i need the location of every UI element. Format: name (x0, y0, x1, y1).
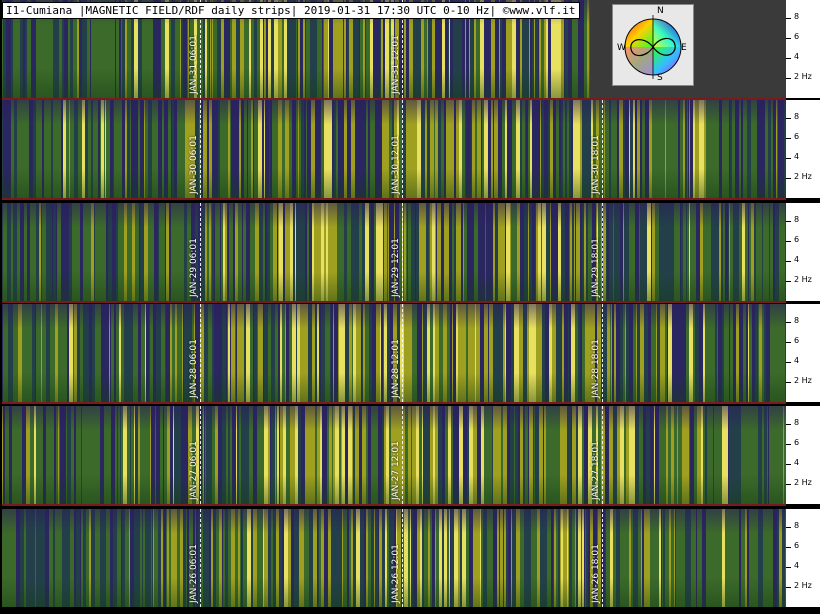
time-marker-line (602, 100, 603, 198)
time-marker-line (402, 304, 403, 402)
frequency-tick-label: 4 (794, 356, 800, 365)
time-marker-line (200, 509, 201, 607)
frequency-scale: 8 6 4 2 Hz (786, 0, 820, 98)
frequency-tick-label: 6 (794, 235, 800, 244)
frequency-tick-label: 2 Hz (794, 478, 812, 487)
time-marker-label: JAN-26 06:01 (189, 544, 199, 603)
time-marker-label: JAN-30 12:01 (391, 135, 401, 194)
strip-jan-27: JAN-27 06:01 JAN-27 12:01 JAN-27 18:01 (2, 406, 786, 504)
time-marker-label: JAN-30 06:01 (189, 135, 199, 194)
frequency-tick-label: 8 (794, 521, 800, 530)
frequency-tick-label: 8 (794, 215, 800, 224)
frequency-tick-label: 6 (794, 132, 800, 141)
time-marker-line (200, 406, 201, 504)
frequency-scale: 8 6 4 2 Hz (786, 304, 820, 402)
compass-west-label: W (617, 43, 626, 53)
time-marker-line (602, 203, 603, 301)
time-marker-line (200, 203, 201, 301)
time-marker-line (602, 304, 603, 402)
frequency-tick-label: 8 (794, 112, 800, 121)
compass-north-label: N (657, 6, 664, 16)
strip-jan-26: JAN-26 06:01 JAN-26 12:01 JAN-26 18:01 (2, 509, 786, 607)
time-marker-line (402, 100, 403, 198)
time-marker-label: JAN-29 18:01 (591, 238, 601, 297)
time-marker-label: JAN-31 12:01 (391, 35, 401, 94)
strip-jan-28: JAN-28 06:01 JAN-28 12:01 JAN-28 18:01 (2, 304, 786, 402)
page-title: I1-Cumiana |MAGNETIC FIELD/RDF daily str… (2, 2, 580, 19)
frequency-tick-label: 2 Hz (794, 275, 812, 284)
frequency-tick-label: 2 Hz (794, 172, 812, 181)
time-marker-label: JAN-29 12:01 (391, 238, 401, 297)
compass-south-label: S (657, 73, 663, 83)
time-marker-line (402, 509, 403, 607)
frequency-tick-label: 2 Hz (794, 581, 812, 590)
time-marker-line (402, 406, 403, 504)
strip-jan-29: JAN-29 06:01 JAN-29 12:01 JAN-29 18:01 (2, 203, 786, 301)
strip-jan-30: JAN-30 06:01 JAN-30 12:01 JAN-30 18:01 (2, 100, 786, 198)
strip-separator (2, 504, 786, 506)
time-marker-line (402, 203, 403, 301)
time-marker-label: JAN-26 12:01 (391, 544, 401, 603)
time-marker-line (602, 406, 603, 504)
frequency-scale: 8 6 4 2 Hz (786, 509, 820, 607)
time-marker-line (200, 100, 201, 198)
frequency-tick-label: 2 Hz (794, 376, 812, 385)
time-marker-line (200, 304, 201, 402)
time-marker-label: JAN-28 12:01 (391, 339, 401, 398)
frequency-tick-label: 4 (794, 152, 800, 161)
frequency-tick-label: 4 (794, 458, 800, 467)
frequency-scale: 8 6 4 2 Hz (786, 203, 820, 301)
frequency-tick-label: 4 (794, 255, 800, 264)
time-marker-label: JAN-31 06:01 (189, 35, 199, 94)
frequency-tick-label: 6 (794, 541, 800, 550)
time-marker-label: JAN-29 06:01 (189, 238, 199, 297)
strip-separator (2, 301, 786, 303)
time-marker-label: JAN-30 18:01 (591, 135, 601, 194)
frequency-tick-label: 2 Hz (794, 72, 812, 81)
frequency-tick-label: 6 (794, 336, 800, 345)
frequency-tick-label: 4 (794, 52, 800, 61)
time-marker-label: JAN-27 18:01 (591, 441, 601, 500)
frequency-scale: 8 6 4 2 Hz (786, 406, 820, 504)
compass-east-label: E (681, 43, 687, 53)
time-marker-line (602, 509, 603, 607)
frequency-tick-label: 6 (794, 438, 800, 447)
time-marker-label: JAN-27 06:01 (189, 441, 199, 500)
frequency-tick-label: 4 (794, 561, 800, 570)
frequency-tick-label: 8 (794, 418, 800, 427)
time-marker-label: JAN-28 18:01 (591, 339, 601, 398)
frequency-tick-label: 6 (794, 32, 800, 41)
strip-separator (2, 198, 786, 200)
time-marker-label: JAN-27 12:01 (391, 441, 401, 500)
rdf-compass: N S E W (612, 4, 694, 86)
frequency-tick-label: 8 (794, 12, 800, 21)
time-marker-label: JAN-28 06:01 (189, 339, 199, 398)
time-marker-label: JAN-26 18:01 (591, 544, 601, 603)
frequency-scale: 8 6 4 2 Hz (786, 100, 820, 198)
frequency-tick-label: 8 (794, 316, 800, 325)
strip-separator (2, 402, 786, 404)
